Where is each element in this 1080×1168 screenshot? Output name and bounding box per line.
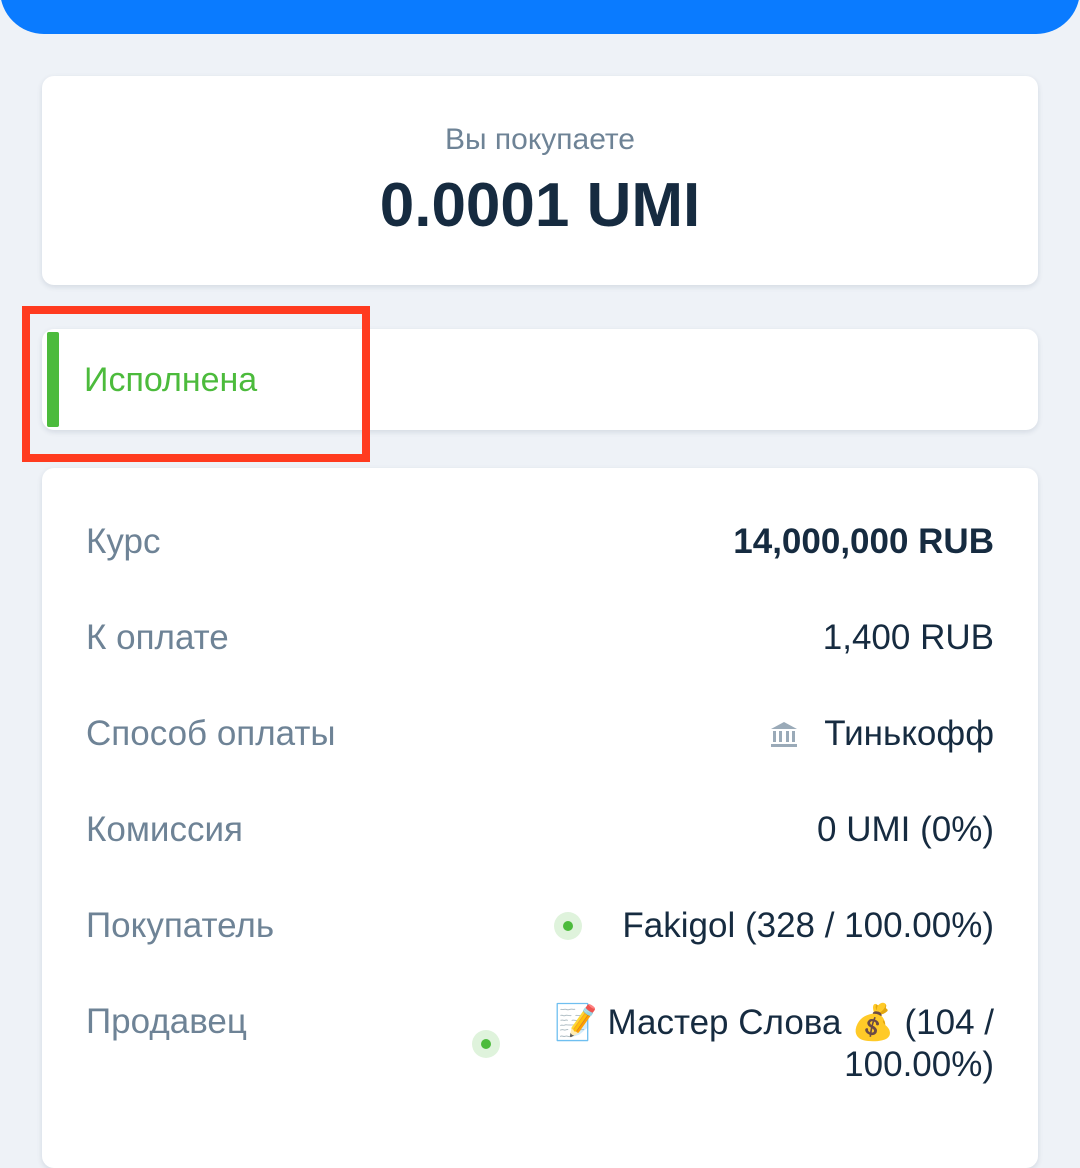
seller-label: Продавец xyxy=(86,1002,247,1041)
to-pay-label: К оплате xyxy=(86,618,229,657)
seller-online-status-dot xyxy=(472,1030,500,1058)
seller-value-line2[interactable]: 100.00%) xyxy=(844,1045,994,1085)
buyer-value[interactable]: Fakigol (328 / 100.00%) xyxy=(622,906,994,946)
buyer-label: Покупатель xyxy=(86,906,275,945)
seller-value-line1[interactable]: 📝 Мастер Слова 💰 (104 / xyxy=(554,1002,994,1043)
payment-method-label: Способ оплаты xyxy=(86,714,336,753)
rate-value: 14,000,000 RUB xyxy=(733,522,994,561)
commission-label: Комиссия xyxy=(86,810,243,849)
purchase-summary-card: Вы покупаете 0.0001 UMI xyxy=(42,76,1038,285)
bank-icon xyxy=(771,722,797,747)
to-pay-value: 1,400 RUB xyxy=(822,618,994,657)
payment-method-value: Тинькофф xyxy=(824,714,994,753)
rate-label: Курс xyxy=(86,522,161,561)
purchase-label: Вы покупаете xyxy=(444,123,635,156)
top-header-bar xyxy=(0,0,1080,34)
buyer-online-status-dot xyxy=(554,912,582,940)
purchase-amount: 0.0001 UMI xyxy=(379,171,701,240)
order-details-card: Курс 14,000,000 RUB К оплате 1,400 RUB С… xyxy=(42,468,1038,1168)
commission-value: 0 UMI (0%) xyxy=(817,810,994,849)
status-highlight-box xyxy=(22,306,370,462)
